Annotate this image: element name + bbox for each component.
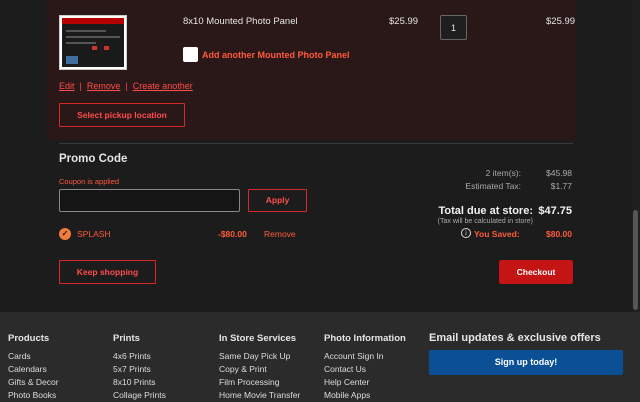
footer-column-title: Prints: [113, 333, 140, 344]
items-subtotal: $45.98: [546, 168, 572, 178]
footer-link[interactable]: 4x6 Prints: [113, 350, 166, 363]
footer-link[interactable]: Cards: [8, 350, 59, 363]
footer-link[interactable]: Photo Books: [8, 389, 59, 402]
link-separator: |: [79, 81, 82, 91]
footer-link[interactable]: Mobile Apps: [324, 389, 406, 402]
scrollbar-thumb[interactable]: [633, 210, 638, 310]
thumbnail-image: [62, 18, 124, 67]
coupon-remove-link[interactable]: Remove: [264, 229, 296, 239]
total-due-label: Total due at store:: [438, 205, 533, 217]
create-another-link[interactable]: Create another: [133, 81, 193, 91]
coupon-applied-note: Coupon is applied: [59, 177, 120, 186]
info-icon[interactable]: i: [461, 228, 471, 238]
item-actions: Edit | Remove | Create another: [59, 81, 193, 91]
promo-code-input[interactable]: [59, 189, 240, 212]
link-separator: |: [125, 81, 128, 91]
thumbnail-dot: [92, 46, 97, 50]
footer-link[interactable]: Copy & Print: [219, 363, 300, 376]
you-saved-value: $80.00: [546, 229, 572, 239]
footer-column-products: Products Cards Calendars Gifts & Decor P…: [8, 333, 59, 402]
footer-column-title: Products: [8, 333, 50, 344]
section-divider: [59, 143, 573, 144]
coupon-amount: -$80.00: [218, 229, 247, 239]
footer-link[interactable]: Collage Prints: [113, 389, 166, 402]
footer-link[interactable]: Film Processing: [219, 376, 300, 389]
footer-link[interactable]: Contact Us: [324, 363, 406, 376]
footer-link[interactable]: 5x7 Prints: [113, 363, 166, 376]
checkout-button[interactable]: Checkout: [499, 260, 573, 284]
coupon-code: SPLASH: [77, 229, 111, 239]
thumbnail-picture: [66, 56, 78, 64]
footer-link[interactable]: Same Day Pick Up: [219, 350, 300, 363]
product-thumbnail[interactable]: [59, 15, 127, 70]
footer-link[interactable]: 8x10 Prints: [113, 376, 166, 389]
footer-column-in-store-services: In Store Services Same Day Pick Up Copy …: [219, 333, 300, 402]
footer-link[interactable]: Gifts & Decor: [8, 376, 59, 389]
thumbnail-header-bar: [62, 18, 124, 24]
thumbnail-line: [66, 36, 120, 38]
estimated-tax-label: Estimated Tax:: [465, 181, 521, 191]
item-total: $25.99: [546, 16, 576, 27]
item-price: $25.99: [389, 16, 419, 27]
promo-code-title: Promo Code: [59, 153, 128, 165]
sign-up-button[interactable]: Sign up today!: [429, 350, 623, 375]
remove-link[interactable]: Remove: [87, 81, 121, 91]
check-circle-icon: ✓: [59, 228, 71, 240]
thumbnail-line: [66, 30, 106, 32]
email-updates-title: Email updates & exclusive offers: [429, 332, 601, 344]
item-name: 8x10 Mounted Photo Panel: [183, 16, 298, 27]
footer-link[interactable]: Home Movie Transfer: [219, 389, 300, 402]
you-saved-label: You Saved:: [474, 229, 520, 239]
addon-checkbox[interactable]: [183, 47, 198, 62]
apply-button[interactable]: Apply: [248, 189, 307, 212]
quantity-input[interactable]: 1: [440, 15, 467, 40]
estimated-tax-value: $1.77: [550, 181, 572, 191]
thumbnail-dot: [104, 46, 109, 50]
total-due-value: $47.75: [538, 205, 572, 217]
footer-column-title: In Store Services: [219, 333, 297, 344]
addon-label[interactable]: Add another Mounted Photo Panel: [202, 50, 350, 60]
footer-column-photo-information: Photo Information Account Sign In Contac…: [324, 333, 406, 402]
select-pickup-location-button[interactable]: Select pickup location: [59, 103, 185, 127]
tax-note: (Tax will be calculated in store): [437, 218, 533, 225]
footer-column-title: Photo Information: [324, 333, 406, 344]
footer-link[interactable]: Calendars: [8, 363, 59, 376]
footer-link[interactable]: Account Sign In: [324, 350, 406, 363]
thumbnail-line: [66, 42, 96, 44]
footer-column-prints: Prints 4x6 Prints 5x7 Prints 8x10 Prints…: [113, 333, 166, 402]
cart-page: 8x10 Mounted Photo Panel $25.99 1 $25.99…: [0, 0, 640, 402]
items-count-label: 2 item(s):: [485, 168, 521, 178]
edit-link[interactable]: Edit: [59, 81, 75, 91]
footer-link[interactable]: Help Center: [324, 376, 406, 389]
site-footer: Products Cards Calendars Gifts & Decor P…: [0, 312, 640, 402]
keep-shopping-button[interactable]: Keep shopping: [59, 260, 156, 284]
